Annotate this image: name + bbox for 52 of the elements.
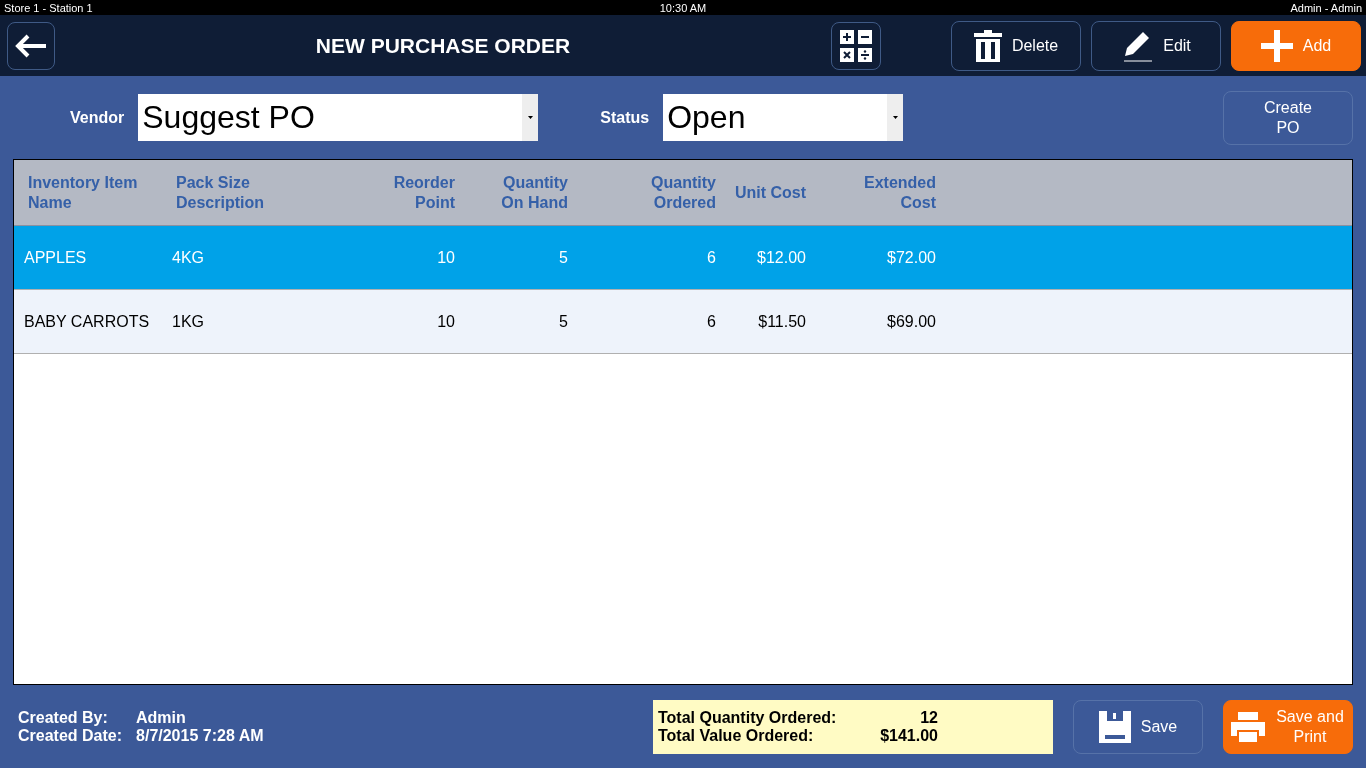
- total-label: Total Quantity Ordered:: [658, 708, 838, 727]
- table-cell-text: 6: [706, 248, 716, 267]
- calculator-button[interactable]: [831, 21, 881, 70]
- create-po-button[interactable]: Create PO: [1223, 90, 1353, 145]
- total-label: Total Value Ordered:: [658, 726, 815, 745]
- station-label: Store 1 - Station 1: [4, 1, 93, 14]
- column-header: Quantity Ordered: [650, 172, 717, 213]
- column-header: Quantity On Hand: [500, 172, 569, 213]
- table-cell-text: $12.00: [756, 248, 806, 267]
- created-date-label: Created Date:: [18, 726, 123, 745]
- created-by-label: Created By:: [18, 708, 109, 727]
- table-cell-text: 10: [436, 248, 455, 267]
- table-cell-text: 5: [558, 248, 568, 267]
- column-header: Unit Cost: [733, 182, 807, 203]
- pencil-icon: [1121, 29, 1154, 62]
- edit-button[interactable]: Edit: [1091, 20, 1221, 71]
- column-header: Reorder Point: [392, 172, 456, 213]
- column-header: Inventory Item Name: [27, 172, 139, 213]
- total-value: $141.00: [879, 726, 938, 745]
- status-label: Status: [600, 108, 650, 127]
- table-cell-text: APPLES: [24, 248, 88, 267]
- column-header: Extended Cost: [863, 172, 937, 213]
- table-cell-text: 5: [558, 312, 568, 331]
- caret-icon: [892, 116, 898, 119]
- table-cell-text: $11.50: [757, 312, 806, 331]
- caret-icon: [527, 116, 533, 119]
- created-date-value: 8/7/2015 7:28 AM: [136, 726, 264, 745]
- user-label: Admin - Admin: [1290, 1, 1362, 14]
- back-button[interactable]: [7, 21, 55, 70]
- table-cell-text: 4KG: [172, 248, 205, 267]
- delete-button[interactable]: Delete: [951, 20, 1081, 71]
- table-cell-text: 10: [436, 312, 455, 331]
- table-row[interactable]: BABY CARROTS 1KG 10 5 6 $11.50 $69.00: [14, 290, 1352, 354]
- page-title: NEW PURCHASE ORDER: [314, 33, 572, 58]
- table-cell-text: 1KG: [172, 312, 205, 331]
- table-cell-text: $69.00: [886, 312, 936, 331]
- clock-time: 10:30 AM: [659, 1, 707, 14]
- plus-icon: [1260, 29, 1293, 62]
- vendor-dropdown[interactable]: Suggest PO: [138, 94, 539, 141]
- status-dropdown[interactable]: Open: [663, 94, 904, 141]
- total-value: 12: [919, 708, 938, 727]
- created-by-value: Admin: [136, 708, 187, 727]
- trash-icon: [973, 29, 1002, 62]
- printer-icon: [1231, 711, 1265, 742]
- table-cell-text: BABY CARROTS: [24, 312, 151, 331]
- table-cell-text: 6: [706, 312, 716, 331]
- vendor-label: Vendor: [70, 108, 125, 127]
- column-header: Pack Size Description: [175, 172, 265, 213]
- calculator-icon: [840, 29, 872, 62]
- table-cell-text: $72.00: [886, 248, 936, 267]
- left-arrow-icon: [15, 33, 47, 58]
- save-button[interactable]: Save: [1073, 699, 1203, 754]
